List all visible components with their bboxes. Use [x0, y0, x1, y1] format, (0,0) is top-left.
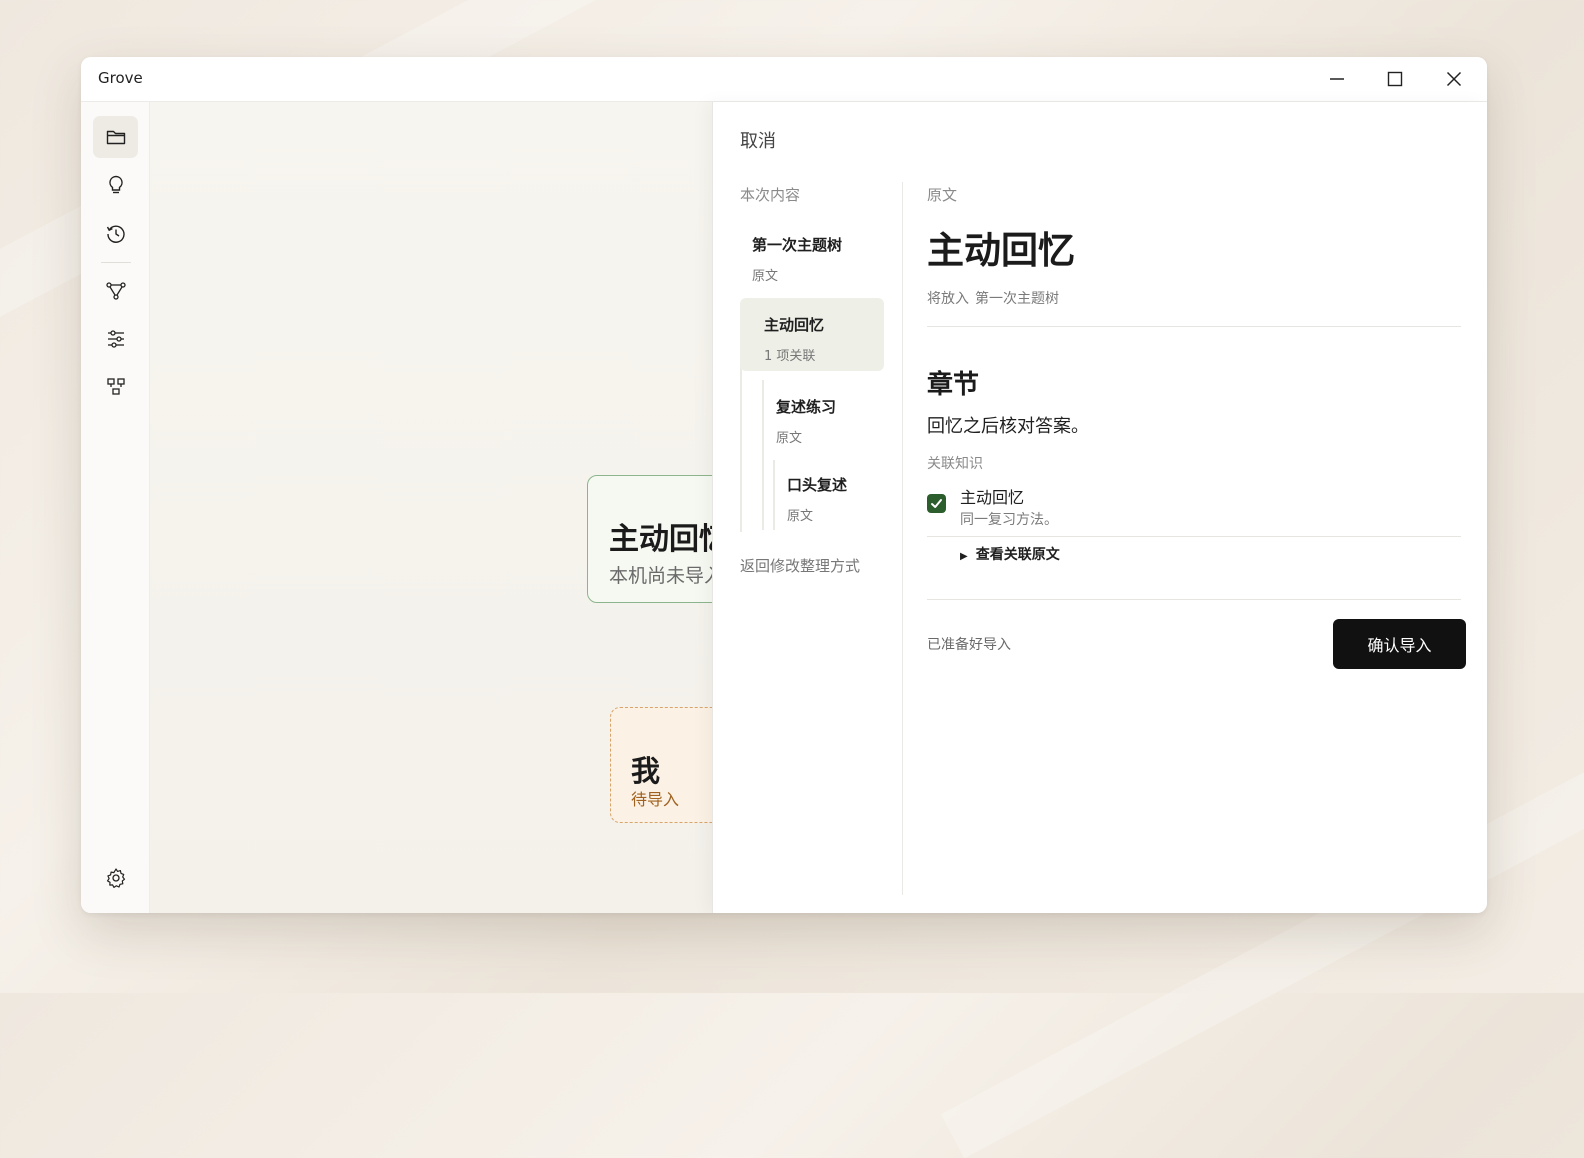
nav-item-label: 主动回忆	[764, 316, 825, 334]
nav-heading: 本次内容	[740, 186, 801, 204]
folder-icon	[106, 130, 125, 145]
destination-prefix: 将放入	[927, 291, 969, 307]
tree-line	[740, 344, 742, 532]
title-bar: Grove	[81, 57, 1487, 102]
sidebar-item-graph[interactable]	[93, 270, 138, 312]
node-status: 待导入	[631, 790, 680, 809]
related-checkbox[interactable]	[927, 494, 946, 513]
app-window: Grove 主动回 本机尚未导入 我 待导入 取消 本次内容 第一次主题树 原文…	[81, 57, 1487, 913]
column-divider	[902, 182, 903, 895]
history-icon	[106, 225, 125, 243]
source-label: 原文	[927, 186, 958, 204]
nav-item-retelling[interactable]: 复述练习 原文	[763, 390, 883, 446]
check-icon	[931, 499, 942, 508]
sidebar-item-ideas[interactable]	[93, 164, 138, 206]
graph-icon	[105, 282, 126, 300]
status-text: 已准备好导入	[927, 637, 1011, 653]
layout-icon	[106, 378, 125, 395]
cancel-button[interactable]: 取消	[740, 127, 776, 153]
page-title: 主动回忆	[927, 228, 1075, 272]
section-body: 回忆之后核对答案。	[927, 416, 1089, 437]
sidebar-item-history[interactable]	[93, 213, 138, 255]
minimize-icon	[1330, 78, 1344, 80]
gear-icon	[106, 868, 125, 888]
sidebar	[81, 102, 150, 913]
topic-node-main[interactable]: 主动回忆 本机尚未导入	[587, 475, 712, 603]
nav-item-topic-tree[interactable]: 第一次主题树 原文	[740, 228, 884, 284]
sidebar-divider	[101, 262, 131, 263]
divider	[927, 536, 1461, 537]
nav-item-label: 复述练习	[776, 398, 837, 416]
nav-item-meta: 原文	[752, 269, 779, 284]
disclosure-label: 查看关联原文	[975, 547, 1060, 563]
sidebar-item-settings-filters[interactable]	[93, 318, 138, 360]
divider	[927, 599, 1461, 600]
related-name: 主动回忆	[960, 488, 1025, 507]
related-desc: 同一复习方法。	[960, 512, 1058, 528]
sidebar-item-library[interactable]	[93, 116, 138, 158]
confirm-import-button[interactable]: 确认导入	[1333, 619, 1466, 669]
nav-item-label: 口头复述	[787, 476, 848, 494]
destination-name: 第一次主题树	[975, 291, 1059, 307]
app-title: Grove	[98, 69, 143, 87]
nav-item-oral-retelling[interactable]: 口头复述 原文	[774, 468, 884, 524]
lightbulb-icon	[108, 175, 123, 194]
settings-button[interactable]	[93, 857, 138, 899]
minimize-button[interactable]	[1325, 67, 1349, 91]
back-to-edit-link[interactable]: 返回修改整理方式	[740, 555, 860, 576]
nav-item-meta: 原文	[776, 431, 803, 446]
maximize-icon	[1387, 71, 1403, 87]
mindmap-canvas[interactable]: 主动回忆 本机尚未导入 我 待导入	[150, 102, 712, 913]
preview-content: 原文 主动回忆 将放入 第一次主题树 章节 回忆之后核对答案。 关联知识 主动回忆…	[927, 102, 1487, 913]
disclosure-triangle-icon: ▶	[960, 551, 968, 562]
nav-item-active-recall[interactable]: 主动回忆 1 项关联	[740, 298, 884, 371]
node-title: 我	[631, 754, 661, 788]
nav-item-meta: 1 项关联	[764, 349, 816, 364]
sliders-icon	[107, 330, 124, 348]
nav-item-label: 第一次主题树	[752, 236, 843, 254]
node-title: 主动回忆	[609, 522, 712, 557]
topic-node-me[interactable]: 我 待导入	[610, 707, 712, 823]
maximize-button[interactable]	[1383, 67, 1407, 91]
close-icon	[1446, 71, 1462, 87]
nav-item-meta: 原文	[787, 509, 814, 524]
close-button[interactable]	[1442, 67, 1466, 91]
related-heading: 关联知识	[927, 456, 983, 472]
destination-text: 将放入 第一次主题树	[927, 288, 1065, 308]
divider	[927, 326, 1461, 327]
node-subtitle: 本机尚未导入	[609, 565, 712, 587]
sidebar-item-layout[interactable]	[93, 366, 138, 408]
section-title: 章节	[927, 370, 980, 400]
view-related-source-toggle[interactable]: ▶ 查看关联原文	[960, 544, 1060, 564]
import-panel: 取消 本次内容 第一次主题树 原文 主动回忆 1 项关联 复述练习 原文 口头复…	[712, 102, 1487, 913]
